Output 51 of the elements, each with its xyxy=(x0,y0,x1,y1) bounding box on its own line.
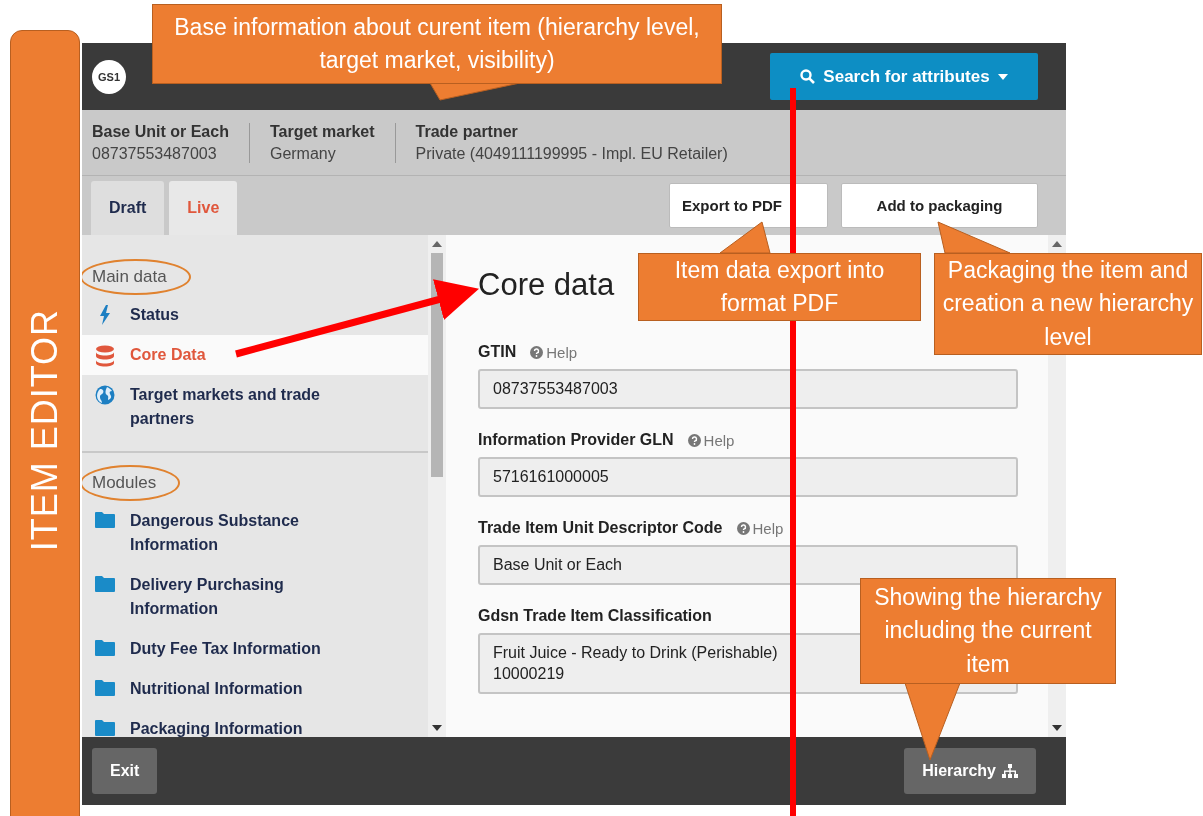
caret-icon xyxy=(997,73,1008,80)
hierarchy-icon xyxy=(1002,764,1018,778)
help-icon xyxy=(687,433,701,447)
input-field[interactable]: 08737553487003 xyxy=(478,369,1018,409)
logo: GS1 xyxy=(92,59,126,94)
help-link[interactable]: Help xyxy=(530,343,578,361)
input-field[interactable]: Base Unit or Each xyxy=(478,545,1018,585)
exit-button[interactable]: Exit xyxy=(92,748,158,794)
search-button[interactable]: Search for attributes xyxy=(770,53,1038,100)
help-link[interactable]: Help xyxy=(736,519,784,537)
folder-icon xyxy=(94,679,116,697)
folder-icon xyxy=(94,719,116,737)
input-field[interactable]: 5716161000005 xyxy=(478,457,1018,497)
sidebar-item[interactable]: Nutritional Information xyxy=(82,669,428,709)
add-button[interactable]: Add to packaging xyxy=(841,183,1038,228)
info-label: Target market xyxy=(269,122,375,141)
scrollbar[interactable] xyxy=(428,235,446,737)
hierarchy-button[interactable]: Hierarchy xyxy=(904,748,1036,794)
help-link[interactable]: Help xyxy=(687,431,735,449)
export-button[interactable]: Export to PDF xyxy=(669,183,828,228)
folder-icon xyxy=(94,575,116,593)
lightning-icon xyxy=(99,305,111,325)
folder-icon xyxy=(94,639,116,657)
field-label: Gdsn Trade Item Classification xyxy=(478,607,712,625)
folder-icon xyxy=(94,511,116,529)
info-value: Germany xyxy=(269,144,337,163)
help-icon xyxy=(530,345,544,359)
database-icon xyxy=(95,345,115,367)
globe-icon xyxy=(95,385,115,405)
search-icon xyxy=(800,69,816,84)
section-title: Main data xyxy=(82,259,191,295)
sidebar-item[interactable]: Dangerous Substance Information xyxy=(82,501,428,565)
side-label: ITEM EDITOR xyxy=(10,30,80,816)
tab[interactable]: Draft xyxy=(91,181,165,235)
field-label: GTIN xyxy=(478,343,517,361)
help-icon xyxy=(736,521,750,535)
sidebar-item[interactable]: Duty Fee Tax Information xyxy=(82,629,428,669)
info-value: 08737553487003 xyxy=(92,144,218,163)
callout-pointer xyxy=(719,221,771,254)
sidebar-item[interactable]: Packaging Information xyxy=(82,709,428,737)
info-value: Private (4049111199995 - Impl. EU Retailer) xyxy=(415,144,728,163)
sidebar-item[interactable]: Delivery Purchasing Information xyxy=(82,565,428,629)
field-label: Trade Item Unit Descriptor Code xyxy=(478,519,723,537)
info-label: Base Unit or Each xyxy=(92,122,229,141)
sidebar-item[interactable]: Target markets and trade partners xyxy=(82,375,428,439)
field-label: Information Provider GLN xyxy=(478,431,674,449)
sidebar-item[interactable]: Core Data xyxy=(82,335,428,375)
sidebar-item[interactable]: Status xyxy=(82,295,428,335)
info-label: Trade partner xyxy=(415,122,519,141)
page-title: Core data xyxy=(478,267,615,303)
section-title: Modules xyxy=(82,465,181,501)
